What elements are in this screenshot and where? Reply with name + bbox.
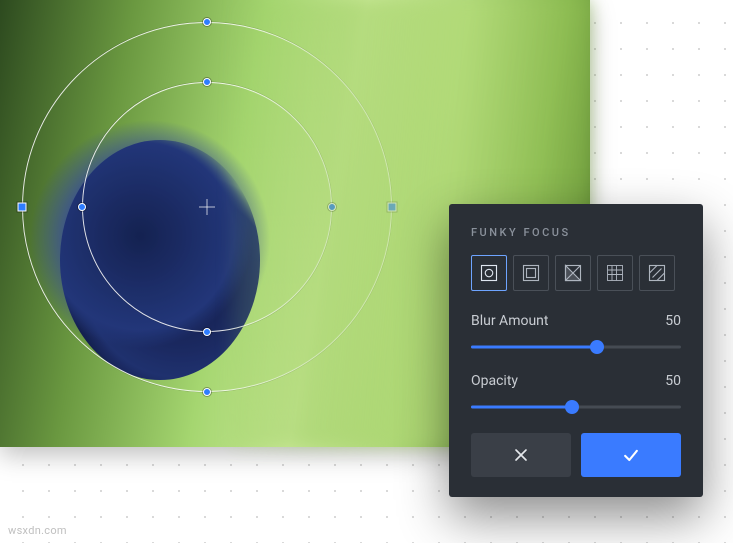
gizmo-crosshair <box>199 207 215 208</box>
close-icon <box>511 445 531 465</box>
gizmo-inner-handle-s[interactable] <box>203 328 211 336</box>
blur-amount-label: Blur Amount <box>471 313 549 329</box>
opacity-control: Opacity 50 <box>471 373 681 415</box>
confirm-button[interactable] <box>581 433 681 477</box>
check-icon <box>621 445 641 465</box>
pattern-focus-icon[interactable] <box>639 255 675 291</box>
gizmo-inner-handle-w[interactable] <box>78 203 86 211</box>
funky-focus-panel: FUNKY FOCUS <box>449 204 703 497</box>
grid-focus-icon[interactable] <box>597 255 633 291</box>
gizmo-handle-n[interactable] <box>203 18 211 26</box>
gizmo-inner-handle-n[interactable] <box>203 78 211 86</box>
blur-amount-thumb[interactable] <box>590 340 604 354</box>
panel-actions <box>471 433 681 477</box>
opacity-thumb[interactable] <box>565 400 579 414</box>
panel-title: FUNKY FOCUS <box>471 226 681 239</box>
opacity-slider[interactable] <box>471 399 681 415</box>
radial-focus-icon[interactable] <box>471 255 507 291</box>
focus-mode-toolbar <box>471 255 681 291</box>
gizmo-handle-e[interactable] <box>388 203 397 212</box>
gizmo-outer-ring[interactable] <box>22 22 392 392</box>
blur-amount-value: 50 <box>665 313 681 329</box>
blur-amount-control: Blur Amount 50 <box>471 313 681 355</box>
watermark: wsxdn.com <box>8 524 67 537</box>
blur-amount-slider[interactable] <box>471 339 681 355</box>
gizmo-handle-s[interactable] <box>203 388 211 396</box>
gizmo-handle-w[interactable] <box>18 203 27 212</box>
linear-focus-icon[interactable] <box>513 255 549 291</box>
gizmo-crosshair <box>207 199 208 215</box>
gizmo-inner-ring[interactable] <box>82 82 332 332</box>
cancel-button[interactable] <box>471 433 571 477</box>
focus-gizmo[interactable] <box>22 22 392 392</box>
gizmo-inner-handle-e[interactable] <box>328 203 336 211</box>
opacity-value: 50 <box>665 373 681 389</box>
half-focus-icon[interactable] <box>555 255 591 291</box>
opacity-label: Opacity <box>471 373 518 389</box>
